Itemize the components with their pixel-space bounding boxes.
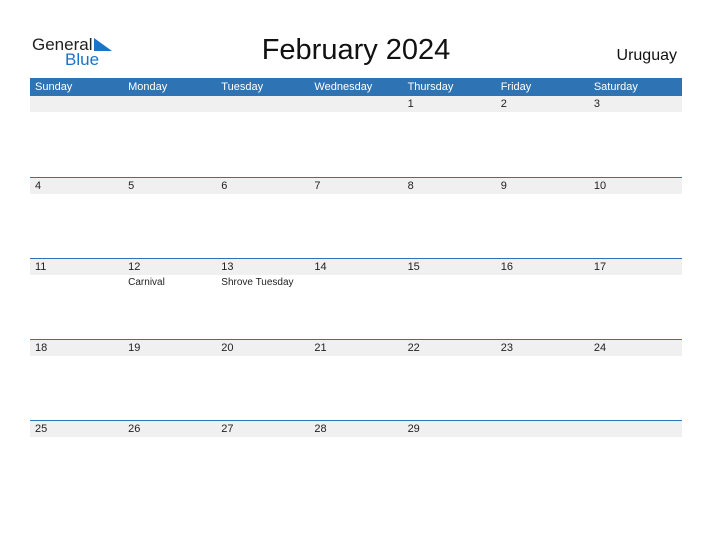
- holiday-label: Shrove Tuesday: [221, 277, 294, 288]
- day-cell: 8: [403, 178, 496, 238]
- day-number: 24: [593, 342, 607, 354]
- day-number: 18: [35, 342, 48, 354]
- day-cell: 18: [30, 340, 123, 400]
- day-cell: 9: [496, 178, 589, 238]
- day-number: 6: [221, 180, 228, 192]
- week-row: 1 2 3: [30, 96, 682, 177]
- day-cell: 5: [123, 178, 216, 238]
- day-cell: 14: [309, 259, 402, 319]
- day-cell: 11: [30, 259, 123, 319]
- weekday-monday: Monday: [128, 81, 168, 93]
- week-row: 18 19 20 21 22 23 24: [30, 339, 682, 421]
- day-cell: 15: [403, 259, 496, 319]
- day-number: 25: [35, 423, 48, 435]
- day-cell: 12 Carnival: [123, 259, 216, 319]
- day-cell: 26: [123, 421, 216, 481]
- weekday-sunday: Sunday: [35, 81, 73, 93]
- day-cell: 19: [123, 340, 216, 400]
- day-number: 23: [500, 342, 513, 354]
- day-cell: 28: [309, 421, 402, 481]
- day-cell: 21: [309, 340, 402, 400]
- day-number: 16: [500, 261, 513, 273]
- weekday-header: Sunday Monday Tuesday Wednesday Thursday…: [30, 78, 682, 96]
- day-cell: 13 Shrove Tuesday: [216, 259, 309, 319]
- day-number: 28: [314, 423, 327, 435]
- day-number: 21: [314, 342, 327, 354]
- weekday-saturday: Saturday: [593, 81, 638, 93]
- day-number: 14: [314, 261, 327, 273]
- day-cell: 2: [496, 96, 589, 156]
- day-cell: 4: [30, 178, 123, 238]
- country-label: Uruguay: [616, 47, 677, 64]
- day-number: 8: [407, 180, 414, 192]
- week-row: 25 26 27 28 29: [30, 420, 682, 502]
- day-number: 29: [407, 423, 420, 435]
- week-row: 11 12 Carnival 13 Shrove Tuesday 14 15 16 17: [30, 258, 682, 340]
- weekday-thursday: Thursday: [407, 81, 454, 93]
- calendar-title: February 2024: [261, 34, 451, 66]
- day-number: 15: [407, 261, 420, 273]
- week-row: 4 5 6 7 8 9 10: [30, 177, 682, 259]
- day-cell: 27: [216, 421, 309, 481]
- day-cell: 1: [403, 96, 496, 156]
- day-number: 2: [500, 98, 507, 110]
- day-cell: [589, 421, 682, 481]
- day-cell: 16: [496, 259, 589, 319]
- day-number: 10: [593, 180, 607, 192]
- day-cell: 10: [589, 178, 682, 238]
- day-cell: 7: [309, 178, 402, 238]
- holiday-label: Carnival: [128, 277, 165, 288]
- day-cell: 17: [589, 259, 682, 319]
- day-cell: 25: [30, 421, 123, 481]
- day-number: 5: [128, 180, 135, 192]
- day-cell: [309, 96, 402, 156]
- day-cell: 23: [496, 340, 589, 400]
- day-number: 17: [593, 261, 607, 273]
- day-cell: 22: [403, 340, 496, 400]
- day-number: 9: [500, 180, 507, 192]
- day-number: 22: [407, 342, 420, 354]
- day-number: 13: [221, 261, 234, 273]
- day-number: 12: [128, 261, 141, 273]
- weekday-friday: Friday: [500, 81, 532, 93]
- day-cell: 6: [216, 178, 309, 238]
- day-number: 26: [128, 423, 141, 435]
- day-cell: 3: [589, 96, 682, 156]
- weekday-wednesday: Wednesday: [314, 81, 373, 93]
- day-number: 4: [35, 180, 42, 192]
- day-number: 27: [221, 423, 234, 435]
- day-number: 1: [407, 98, 414, 110]
- day-number: 11: [35, 261, 47, 273]
- day-number: 20: [221, 342, 234, 354]
- day-cell: [496, 421, 589, 481]
- day-cell: 29: [403, 421, 496, 481]
- day-cell: [123, 96, 216, 156]
- day-number: 3: [593, 98, 600, 110]
- day-cell: [216, 96, 309, 156]
- day-cell: [30, 96, 123, 156]
- day-number: 19: [128, 342, 141, 354]
- weekday-tuesday: Tuesday: [221, 81, 264, 93]
- day-number: 7: [314, 180, 321, 192]
- day-cell: 24: [589, 340, 682, 400]
- day-cell: 20: [216, 340, 309, 400]
